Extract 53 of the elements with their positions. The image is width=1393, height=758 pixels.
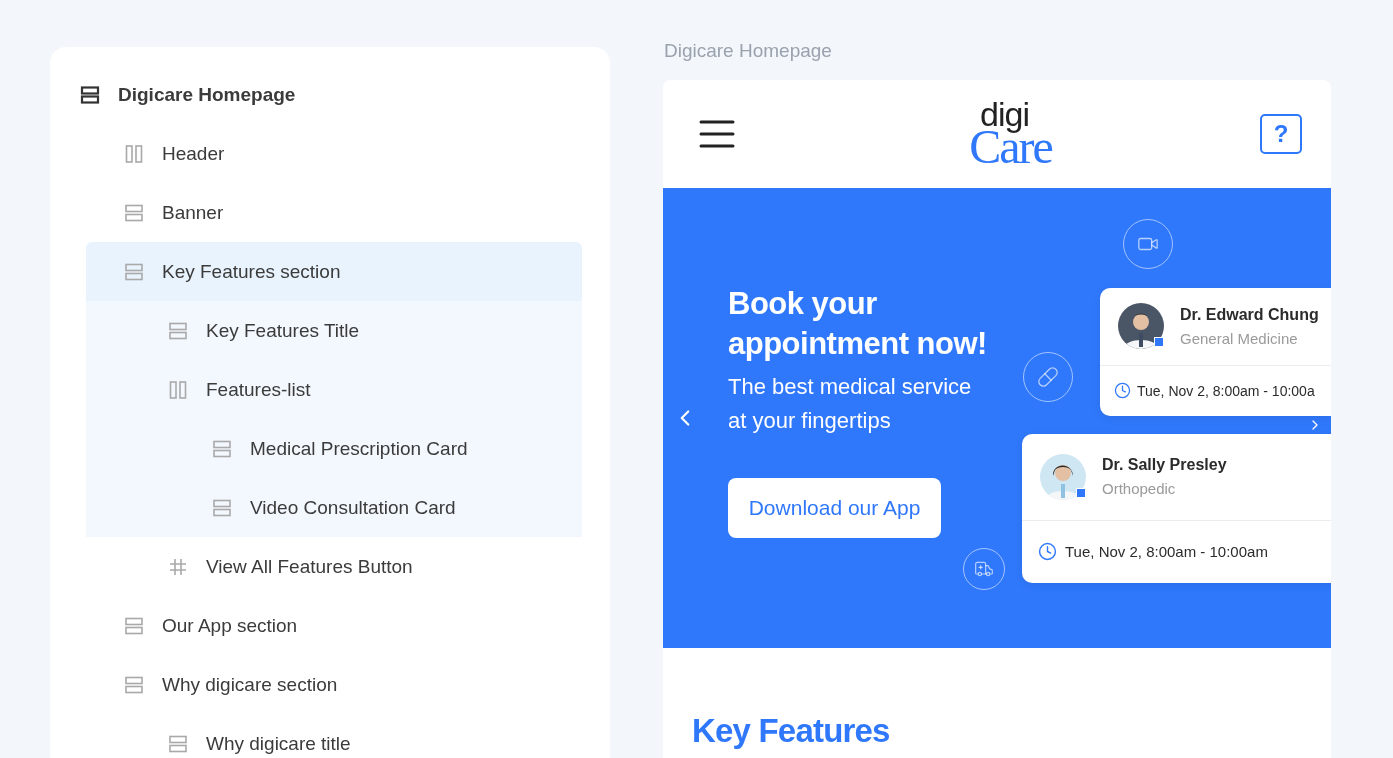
columns-layout-icon [168,379,188,400]
tree-item-label: Why digicare section [162,673,338,696]
tree-item[interactable]: Our App section [86,596,582,655]
online-status-icon [1076,487,1086,498]
tree-item-label: Our App section [162,614,298,637]
rows-layout-icon [124,261,144,282]
tree-item[interactable]: Digicare Homepage [80,65,582,124]
tree-item[interactable]: Header [86,124,582,183]
doctor-specialty: General Medicine [1180,329,1299,347]
tree-item[interactable]: Medical Prescription Card [86,419,582,478]
rows-layout-icon [80,84,100,105]
tree-item-label: Medical Prescription Card [250,437,468,460]
rows-layout-icon [124,615,144,636]
menu-icon[interactable] [699,118,735,149]
tree-item[interactable]: Video Consultation Card [86,478,582,537]
appointment-time: Tue, Nov 2, 8:00am - 10:00a [1137,382,1315,399]
tree-item[interactable]: Banner [86,183,582,242]
help-button[interactable]: ? [1260,113,1302,154]
tree-item-label: Video Consultation Card [250,496,456,519]
rows-layout-icon [212,438,232,459]
tree-item-label: View All Features Button [206,555,413,578]
tree-item[interactable]: Key Features Title [86,301,582,360]
tree-item[interactable]: Why digicare section [86,655,582,714]
rows-layout-icon [168,320,188,341]
logo: digi Care [969,96,1052,171]
tree-item-label: Key Features section [162,260,341,283]
tree-item[interactable]: View All Features Button [86,537,582,596]
tree-item[interactable]: Key Features section [86,242,582,301]
tree-item-label: Key Features Title [206,319,360,342]
hash-icon [168,556,188,577]
tree-item-label: Banner [162,201,224,224]
tree-item[interactable]: Why digicare title [86,714,582,758]
tree-item-label: Features-list [206,378,311,401]
doctor-specialty: Orthopedic [1102,480,1177,498]
tree-item-label: Why digicare title [206,732,351,755]
doctor-name: Dr. Sally Presley [1102,456,1227,475]
columns-layout-icon [124,143,144,164]
banner-subheading: The best medical service at your fingertips [728,372,973,435]
clock-icon [1038,542,1057,562]
banner-heading: Book your appointment now! [728,284,988,363]
download-app-button[interactable]: Download our App [728,477,941,538]
online-status-icon [1154,337,1164,348]
clock-icon [1114,382,1131,400]
rows-layout-icon [212,497,232,518]
section-heading: Key Features [691,710,891,750]
tree-item[interactable]: Features-list [86,360,582,419]
rows-layout-icon [124,674,144,695]
rows-layout-icon [124,202,144,223]
doctor-name: Dr. Edward Chung [1180,305,1319,324]
rows-layout-icon [168,733,188,754]
appointment-time: Tue, Nov 2, 8:00am - 10:00am [1065,543,1268,561]
tree-item-label: Digicare Homepage [118,83,296,106]
tree-item-label: Header [162,142,225,165]
